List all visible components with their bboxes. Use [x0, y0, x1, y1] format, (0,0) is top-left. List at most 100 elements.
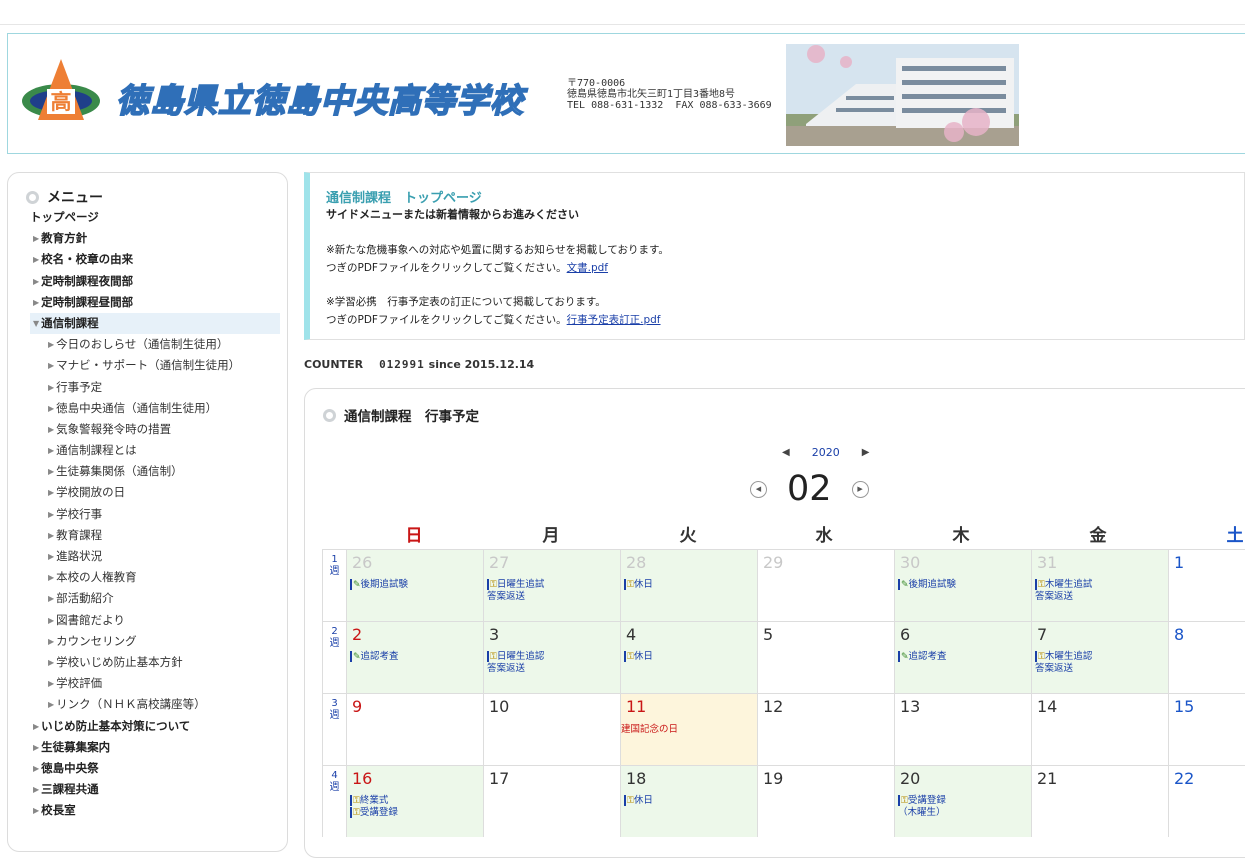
sidebar-item[interactable]: ▶ マナビ・サポート（通信制生徒用）	[30, 355, 280, 376]
sidebar-item[interactable]: ▶ 通信制課程とは	[30, 440, 280, 461]
calendar-event[interactable]: ✎後期追試験	[350, 579, 483, 591]
sidebar-item[interactable]: ▶ いじめ防止基本対策について	[30, 716, 280, 737]
calendar-event[interactable]: ⚿休日	[624, 795, 757, 807]
calendar-event[interactable]: 答案返送	[487, 663, 620, 675]
school-logo-icon[interactable]: 高	[20, 56, 102, 128]
sidebar-item[interactable]: ▶ 教育課程	[30, 525, 280, 546]
menu-title: メニュー	[26, 187, 103, 207]
calendar-event[interactable]: ⚿木曜生追試	[1035, 579, 1168, 591]
calendar-day-cell[interactable]: 15	[1168, 693, 1245, 765]
week-number[interactable]: 3週	[322, 693, 346, 765]
sidebar-item[interactable]: ▶ 本校の人権教育	[30, 567, 280, 588]
year-label: 2020	[811, 446, 840, 459]
calendar-event[interactable]: ✎後期追試験	[898, 579, 1031, 591]
event-marker	[624, 579, 626, 590]
sidebar-item[interactable]: ▶ 行事予定	[30, 377, 280, 398]
calendar-day-cell[interactable]: 9	[346, 693, 483, 765]
sidebar-item[interactable]: ▶ 校名・校章の由来	[30, 249, 280, 270]
calendar-day-cell[interactable]: 8	[1168, 621, 1245, 693]
calendar-day-cell[interactable]: 22	[1168, 765, 1245, 837]
event-calendar: 通信制課程 行事予定 ◀ 2020 ▶ ◀ 02 ▶ 日月火水木金土 1 週 26 ✎…	[304, 388, 1245, 858]
calendar-event[interactable]: （木曜生）	[898, 807, 1031, 819]
calendar-event[interactable]: 答案返送	[1035, 591, 1168, 603]
sidebar-item[interactable]: ▼ 通信制課程	[30, 312, 280, 335]
calendar-event[interactable]: ⚿日曜生追試	[487, 579, 620, 591]
sidebar-item[interactable]: ▶ 今日のおしらせ（通信制生徒用）	[30, 334, 280, 355]
calendar-day-cell[interactable]: 1	[1168, 549, 1245, 621]
sidebar-item[interactable]: ▶ 教育方針	[30, 228, 280, 249]
sidebar-item[interactable]: ▶ 図書館だより	[30, 610, 280, 631]
sidebar-item[interactable]: ▶ 定時制課程夜間部	[30, 271, 280, 292]
calendar-event[interactable]: ⚿受講登録	[898, 795, 1031, 807]
calendar-event[interactable]: ⚿休日	[624, 651, 757, 663]
calendar-day-cell[interactable]: 16 ⚿終業式 ⚿受講登録	[346, 765, 483, 837]
calendar-event[interactable]: ⚿終業式	[350, 795, 483, 807]
sidebar-item[interactable]: ▶ 定時制課程昼間部	[30, 292, 280, 313]
document-pdf-link[interactable]: 文書.pdf	[567, 262, 608, 274]
sidebar-item[interactable]: ▶ 校長室	[30, 800, 280, 821]
calendar-day-cell[interactable]: 29	[757, 549, 894, 621]
day-number: 14	[1037, 697, 1058, 716]
week-number[interactable]: 1週	[322, 549, 346, 621]
calendar-day-cell[interactable]: 4 ⚿休日	[620, 621, 757, 693]
calendar-day-cell[interactable]: 7 ⚿木曜生追認 答案返送	[1031, 621, 1168, 693]
bullet-circle-icon	[26, 190, 39, 204]
sidebar-item[interactable]: トップページ	[30, 207, 280, 228]
calendar-day-cell[interactable]: 11 建国記念の日	[620, 693, 757, 765]
calendar-day-cell[interactable]: 18 ⚿休日	[620, 765, 757, 837]
calendar-day-cell[interactable]: 5	[757, 621, 894, 693]
sidebar-item[interactable]: ▶ 徳島中央通信（通信制生徒用）	[30, 398, 280, 419]
sidebar-item[interactable]: ▶ カウンセリング	[30, 631, 280, 652]
sidebar-item[interactable]: ▶ 学校開放の日	[30, 482, 280, 503]
calendar-day-cell[interactable]: 13	[894, 693, 1031, 765]
day-number: 19	[763, 769, 784, 788]
sidebar-item[interactable]: ▶ リンク（ＮＨＫ高校講座等）	[30, 694, 280, 715]
sidebar-item[interactable]: ▶ 生徒募集案内	[30, 737, 280, 758]
calendar-day-cell[interactable]: 31 ⚿木曜生追試 答案返送	[1031, 549, 1168, 621]
calendar-day-cell[interactable]: 30 ✎後期追試験	[894, 549, 1031, 621]
sidebar-item[interactable]: ▶ 学校行事	[30, 504, 280, 525]
sidebar-item[interactable]: ▶ 三課程共通	[30, 779, 280, 800]
calendar-event[interactable]: ⚿受講登録	[350, 807, 483, 819]
calendar-event[interactable]: ⚿休日	[624, 579, 757, 591]
calendar-event[interactable]: ⚿木曜生追認	[1035, 651, 1168, 663]
event-label: 木曜生追試	[1044, 579, 1093, 590]
calendar-day-cell[interactable]: 3 ⚿日曜生追認 答案返送	[483, 621, 620, 693]
sidebar-item[interactable]: ▶ 部活動紹介	[30, 588, 280, 609]
week-number[interactable]: 2週	[322, 621, 346, 693]
week-number[interactable]: 4週	[322, 765, 346, 837]
sidebar-item[interactable]: ▶ 進路状況	[30, 546, 280, 567]
calendar-day-cell[interactable]: 19	[757, 765, 894, 837]
calendar-day-cell[interactable]: 21	[1031, 765, 1168, 837]
schedule-correction-pdf-link[interactable]: 行事予定表訂正.pdf	[567, 314, 661, 326]
prev-year-icon[interactable]: ◀	[782, 447, 790, 458]
calendar-day-cell[interactable]: 27 ⚿日曜生追試 答案返送	[483, 549, 620, 621]
calendar-day-cell[interactable]: 14	[1031, 693, 1168, 765]
calendar-day-cell[interactable]: 12	[757, 693, 894, 765]
calendar-day-cell[interactable]: 17	[483, 765, 620, 837]
calendar-day-cell[interactable]: 26 ✎後期追試験	[346, 549, 483, 621]
calendar-event[interactable]: ⚿日曜生追認	[487, 651, 620, 663]
sidebar-item[interactable]: ▶ 学校評価	[30, 673, 280, 694]
sidebar-item-label: 学校いじめ防止基本方針	[56, 654, 183, 669]
calendar-event[interactable]: ✎追認考査	[350, 651, 483, 663]
next-month-icon[interactable]: ▶	[851, 480, 869, 498]
sidebar-item[interactable]: ▶ 気象警報発令時の措置	[30, 419, 280, 440]
event-marker	[624, 795, 626, 806]
calendar-day-cell[interactable]: 28 ⚿休日	[620, 549, 757, 621]
calendar-day-cell[interactable]: 10	[483, 693, 620, 765]
school-name[interactable]: 徳島県立徳島中央高等学校	[115, 74, 524, 122]
next-year-icon[interactable]: ▶	[862, 447, 870, 458]
prev-month-icon[interactable]: ◀	[750, 480, 767, 498]
calendar-event[interactable]: 答案返送	[1035, 663, 1168, 675]
calendar-day-cell[interactable]: 20 ⚿受講登録 （木曜生）	[894, 765, 1031, 837]
calendar-event[interactable]: ✎追認考査	[898, 651, 1031, 663]
sidebar-item-label: トップページ	[30, 210, 99, 224]
sidebar-item[interactable]: ▶ 徳島中央祭	[30, 758, 280, 779]
calendar-day-cell[interactable]: 6 ✎追認考査	[894, 621, 1031, 693]
calendar-event[interactable]: 答案返送	[487, 591, 620, 603]
logo-char: 高	[51, 90, 72, 114]
sidebar-item[interactable]: ▶ 生徒募集関係（通信制）	[30, 461, 280, 482]
sidebar-item[interactable]: ▶ 学校いじめ防止基本方針	[30, 652, 280, 673]
calendar-day-cell[interactable]: 2 ✎追認考査	[346, 621, 483, 693]
